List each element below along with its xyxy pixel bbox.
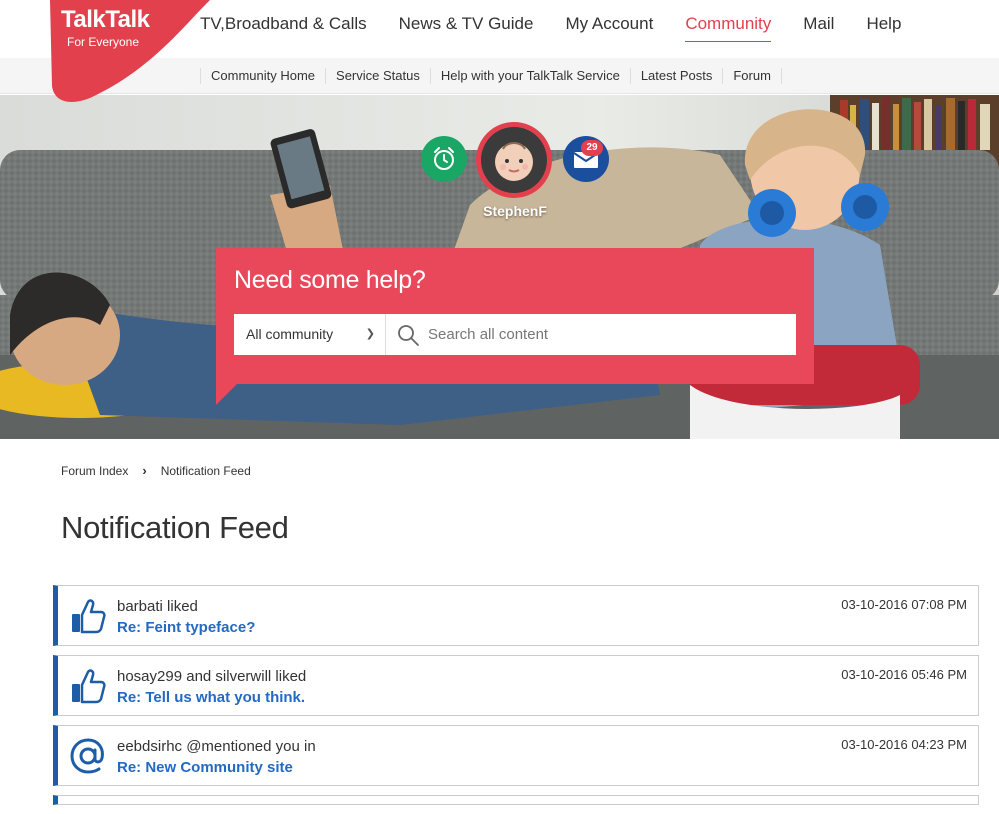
feed-actor-text: barbati liked xyxy=(117,598,198,615)
logo-tagline: For Everyone xyxy=(67,35,140,49)
at-mention-icon xyxy=(70,738,104,774)
nav-help[interactable]: Help xyxy=(866,14,901,42)
search-input[interactable] xyxy=(428,314,788,355)
thumbs-up-icon xyxy=(72,669,106,704)
chevron-down-icon: ❯ xyxy=(365,328,375,340)
thumbs-up-icon xyxy=(72,599,106,634)
feed-item-partial xyxy=(53,795,979,805)
subnav-community-home[interactable]: Community Home xyxy=(200,68,325,84)
feed-actor-text: hosay299 and silverwill liked xyxy=(117,668,307,685)
talktalk-logo[interactable]: TalkTalk For Everyone xyxy=(50,0,210,104)
help-panel-tail xyxy=(216,383,238,405)
hero-banner: 29 StephenF Need some help? All communit… xyxy=(0,95,999,439)
subnav-service-status[interactable]: Service Status xyxy=(325,68,430,84)
user-avatars: 29 StephenF xyxy=(0,95,999,225)
main-nav: TV,Broadband & Calls News & TV Guide My … xyxy=(200,14,933,42)
feed-item: barbati liked Re: Feint typeface? 03-10-… xyxy=(53,585,979,646)
alarm-clock-icon xyxy=(434,147,454,170)
page-title: Notification Feed xyxy=(61,510,289,545)
help-search-panel: Need some help? All community ❯ xyxy=(216,248,814,384)
notifications-button[interactable] xyxy=(421,136,467,182)
feed-timestamp: 03-10-2016 07:08 PM xyxy=(841,597,967,612)
feed-post-link[interactable]: Re: New Community site xyxy=(117,759,293,776)
nav-tv-broadband-calls[interactable]: TV,Broadband & Calls xyxy=(200,14,367,42)
breadcrumb-current: Notification Feed xyxy=(160,463,251,478)
logo-brand-name: TalkTalk xyxy=(61,6,150,33)
mail-count-badge: 29 xyxy=(581,140,603,156)
feed-item: eebdsirhc @mentioned you in Re: New Comm… xyxy=(53,725,979,786)
notification-feed: barbati liked Re: Feint typeface? 03-10-… xyxy=(53,585,979,814)
baby-face-icon xyxy=(495,142,533,181)
search-icon xyxy=(398,325,419,346)
help-title: Need some help? xyxy=(234,266,426,294)
nav-community[interactable]: Community xyxy=(685,14,772,42)
user-avatar[interactable] xyxy=(476,122,552,198)
nav-news-tv-guide[interactable]: News & TV Guide xyxy=(399,14,534,42)
username-label[interactable]: StephenF xyxy=(470,203,560,219)
feed-post-link[interactable]: Re: Feint typeface? xyxy=(117,619,255,636)
breadcrumb-forum-index[interactable]: Forum Index xyxy=(61,464,128,478)
breadcrumb: Forum Index › Notification Feed xyxy=(61,463,251,478)
search-scope-select[interactable]: All community ❯ xyxy=(234,314,386,355)
feed-timestamp: 03-10-2016 04:23 PM xyxy=(841,737,967,752)
subnav-forum[interactable]: Forum xyxy=(722,68,782,84)
subnav-latest-posts[interactable]: Latest Posts xyxy=(629,68,723,84)
feed-post-link[interactable]: Re: Tell us what you think. xyxy=(117,689,305,706)
search-field xyxy=(386,314,796,355)
nav-mail[interactable]: Mail xyxy=(803,14,834,42)
feed-timestamp: 03-10-2016 05:46 PM xyxy=(841,667,967,682)
sub-nav: Community Home Service Status Help with … xyxy=(200,58,782,94)
nav-my-account[interactable]: My Account xyxy=(565,14,653,42)
feed-item: hosay299 and silverwill liked Re: Tell u… xyxy=(53,655,979,716)
search-scope-value: All community xyxy=(246,326,334,342)
subnav-help-with-service[interactable]: Help with your TalkTalk Service xyxy=(429,68,630,84)
breadcrumb-separator-icon: › xyxy=(142,463,147,478)
avatar-image xyxy=(481,127,547,193)
feed-actor-text: eebdsirhc @mentioned you in xyxy=(117,738,316,755)
